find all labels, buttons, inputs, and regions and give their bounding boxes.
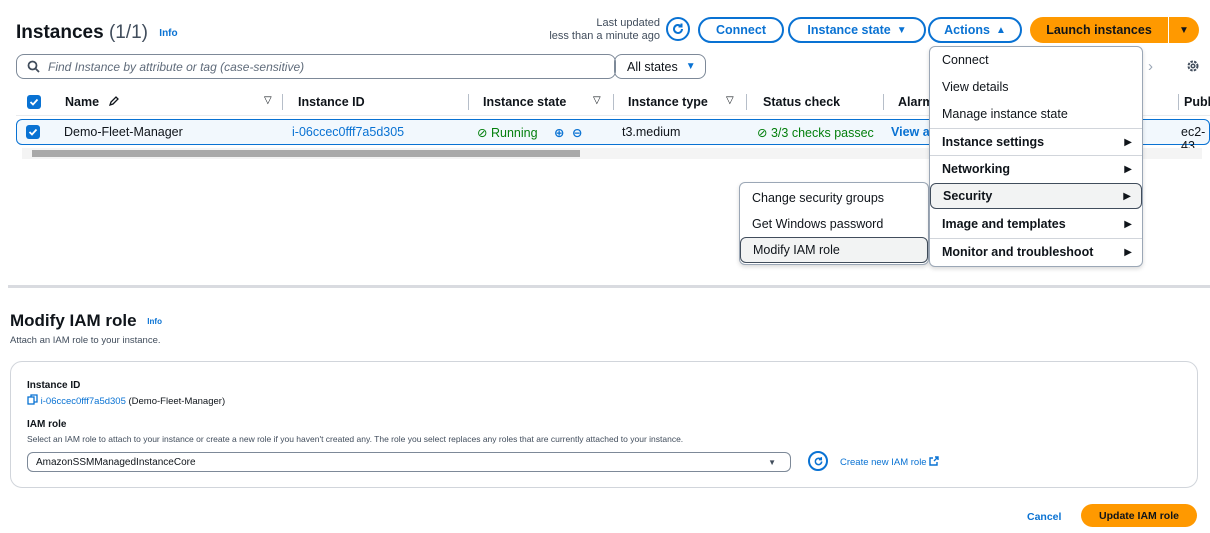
update-iam-role-button[interactable]: Update IAM role xyxy=(1081,504,1197,527)
select-all-checkbox[interactable] xyxy=(27,95,41,109)
column-divider xyxy=(1178,94,1179,110)
caret-right-icon: ▶ xyxy=(1124,218,1132,230)
page-title: Instances (1/1) Info xyxy=(16,22,178,43)
change-security-groups-item[interactable]: Change security groups xyxy=(740,185,928,211)
check-circle-icon: ⊘ xyxy=(477,126,488,140)
iam-role-label: IAM role xyxy=(27,419,67,430)
check-icon xyxy=(28,128,38,136)
caret-right-icon: ▶ xyxy=(1124,136,1132,148)
status-check: ⊘ 3/3 checks passec xyxy=(757,126,874,140)
settings-button[interactable] xyxy=(1186,59,1200,78)
info-link[interactable]: Info xyxy=(159,28,177,39)
view-alarms-link[interactable]: View a xyxy=(891,125,930,139)
security-item[interactable]: Security ▶ xyxy=(930,183,1142,209)
caret-right-icon: ▶ xyxy=(1124,163,1132,175)
modify-iam-subtitle: Attach an IAM role to your instance. xyxy=(10,335,161,346)
pencil-icon xyxy=(108,95,120,110)
connect-button[interactable]: Connect xyxy=(698,17,784,43)
copy-icon[interactable] xyxy=(27,394,38,405)
manage-instance-state-item[interactable]: Manage instance state xyxy=(930,101,1142,127)
zoom-in-icon[interactable]: ⊕ xyxy=(554,125,564,140)
modify-iam-role-item[interactable]: Modify IAM role xyxy=(740,237,928,263)
iam-role-select[interactable]: AmazonSSMManagedInstanceCore ▼ xyxy=(27,452,791,472)
view-details-item[interactable]: View details xyxy=(930,74,1142,100)
check-circle-icon: ⊘ xyxy=(757,126,768,140)
networking-item[interactable]: Networking ▶ xyxy=(930,156,1142,182)
column-divider xyxy=(746,94,747,110)
instance-type: t3.medium xyxy=(622,125,681,139)
instance-id-link[interactable]: i-06ccec0fff7a5d305 xyxy=(41,396,126,407)
search-icon xyxy=(27,60,40,73)
iam-role-description: Select an IAM role to attach to your ins… xyxy=(27,434,684,444)
refresh-icon xyxy=(814,456,822,465)
cancel-button[interactable]: Cancel xyxy=(1027,511,1061,523)
instance-id-value: i-06ccec0fff7a5d305 (Demo-Fleet-Manager) xyxy=(27,394,225,407)
image-and-templates-item[interactable]: Image and templates ▶ xyxy=(930,211,1142,237)
sort-icon[interactable]: ▽ xyxy=(726,95,734,106)
create-iam-role-link[interactable]: Create new IAM role xyxy=(840,456,939,468)
next-page-icon[interactable]: › xyxy=(1148,58,1153,75)
instance-state: ⊘ Running xyxy=(477,126,538,140)
sort-icon[interactable]: ▽ xyxy=(593,95,601,106)
modify-iam-title: Modify IAM role Info xyxy=(10,311,162,330)
caret-down-icon: ▼ xyxy=(768,457,776,467)
column-divider xyxy=(883,94,884,110)
instance-state-button[interactable]: Instance state ▼ xyxy=(788,17,926,43)
sort-icon[interactable]: ▽ xyxy=(264,95,272,106)
info-link[interactable]: Info xyxy=(147,317,162,326)
caret-down-icon: ▼ xyxy=(1179,24,1189,36)
caret-right-icon: ▶ xyxy=(1124,246,1132,258)
column-header[interactable]: Public xyxy=(1184,95,1210,109)
column-divider xyxy=(282,94,283,110)
instances-panel: Instances (1/1) Info Last updated less t… xyxy=(8,8,1210,288)
column-header[interactable]: Instance type xyxy=(628,95,708,109)
iam-form-card: Instance ID i-06ccec0fff7a5d305 (Demo-Fl… xyxy=(10,361,1198,488)
column-header[interactable]: Instance state xyxy=(483,95,566,109)
scrollbar-thumb[interactable] xyxy=(32,150,580,157)
instance-id-label: Instance ID xyxy=(27,380,81,391)
column-divider xyxy=(468,94,469,110)
launch-options-button[interactable]: ▼ xyxy=(1169,17,1199,43)
caret-down-icon: ▼ xyxy=(685,61,696,72)
external-link-icon xyxy=(929,456,939,466)
search-input[interactable]: Find Instance by attribute or tag (case-… xyxy=(16,54,616,79)
instance-settings-item[interactable]: Instance settings ▶ xyxy=(930,129,1142,155)
actions-button[interactable]: Actions ▲ xyxy=(928,17,1022,43)
launch-instances-button[interactable]: Launch instances xyxy=(1030,17,1168,43)
zoom-out-icon[interactable]: ⊖ xyxy=(572,125,582,140)
get-windows-password-item[interactable]: Get Windows password xyxy=(740,211,928,237)
instance-name: Demo-Fleet-Manager xyxy=(64,125,183,139)
column-header[interactable]: Name xyxy=(65,95,99,109)
security-submenu: Change security groups Get Windows passw… xyxy=(739,182,929,265)
actions-menu: Connect View details Manage instance sta… xyxy=(929,46,1143,267)
instance-id-link[interactable]: i-06ccec0fff7a5d305 xyxy=(292,125,404,139)
column-header[interactable]: Instance ID xyxy=(298,95,365,109)
last-updated: Last updated less than a minute ago xyxy=(549,17,660,42)
check-icon xyxy=(29,98,39,106)
caret-up-icon: ▲ xyxy=(995,24,1006,36)
monitor-and-troubleshoot-item[interactable]: Monitor and troubleshoot ▶ xyxy=(930,239,1142,265)
gear-icon xyxy=(1187,60,1199,72)
refresh-roles-button[interactable] xyxy=(808,451,828,471)
refresh-button[interactable] xyxy=(666,17,690,41)
caret-down-icon: ▼ xyxy=(896,24,907,36)
column-header[interactable]: Status check xyxy=(763,95,840,109)
state-filter-select[interactable]: All states ▼ xyxy=(614,54,706,79)
caret-right-icon: ▶ xyxy=(1123,190,1131,202)
row-checkbox[interactable] xyxy=(26,125,40,139)
column-divider xyxy=(613,94,614,110)
connect-item[interactable]: Connect xyxy=(930,47,1142,73)
refresh-icon xyxy=(673,23,683,34)
